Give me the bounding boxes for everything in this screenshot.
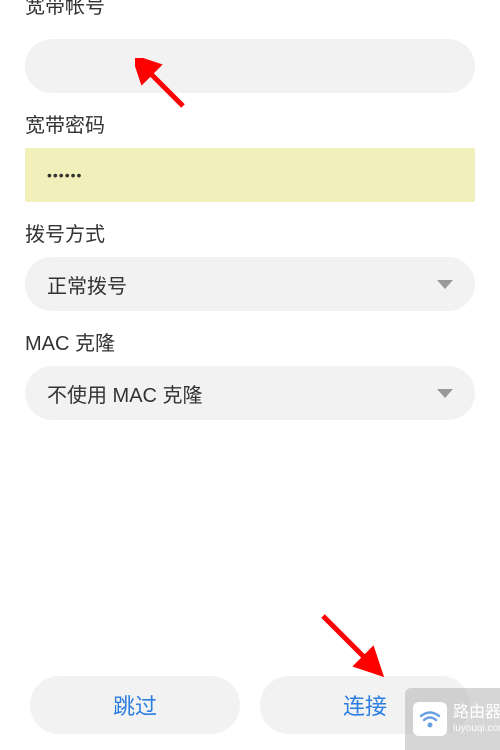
account-label: 宽带帐号 xyxy=(0,0,500,19)
chevron-down-icon xyxy=(437,280,453,289)
watermark-logo-icon xyxy=(413,702,447,736)
mac-clone-label: MAC 克隆 xyxy=(0,327,500,356)
watermark-text: 路由器 luyouqi.com xyxy=(453,703,500,734)
watermark-title: 路由器 xyxy=(453,703,500,722)
dial-method-select[interactable]: 正常拨号 xyxy=(25,257,475,311)
password-input[interactable]: •••••• xyxy=(25,148,475,202)
account-input[interactable] xyxy=(25,39,475,93)
dial-method-value: 正常拨号 xyxy=(47,270,127,299)
skip-button[interactable]: 跳过 xyxy=(30,676,240,734)
chevron-down-icon xyxy=(437,389,453,398)
password-value: •••••• xyxy=(47,167,82,183)
mac-clone-select[interactable]: 不使用 MAC 克隆 xyxy=(25,366,475,420)
annotation-arrow-icon xyxy=(315,608,385,678)
mac-clone-value: 不使用 MAC 克隆 xyxy=(47,379,203,408)
watermark: 路由器 luyouqi.com xyxy=(405,688,500,750)
dial-method-label: 拨号方式 xyxy=(0,218,500,247)
account-text-input[interactable] xyxy=(47,56,453,77)
watermark-subtitle: luyouqi.com xyxy=(453,723,500,735)
password-label: 宽带密码 xyxy=(0,109,500,138)
